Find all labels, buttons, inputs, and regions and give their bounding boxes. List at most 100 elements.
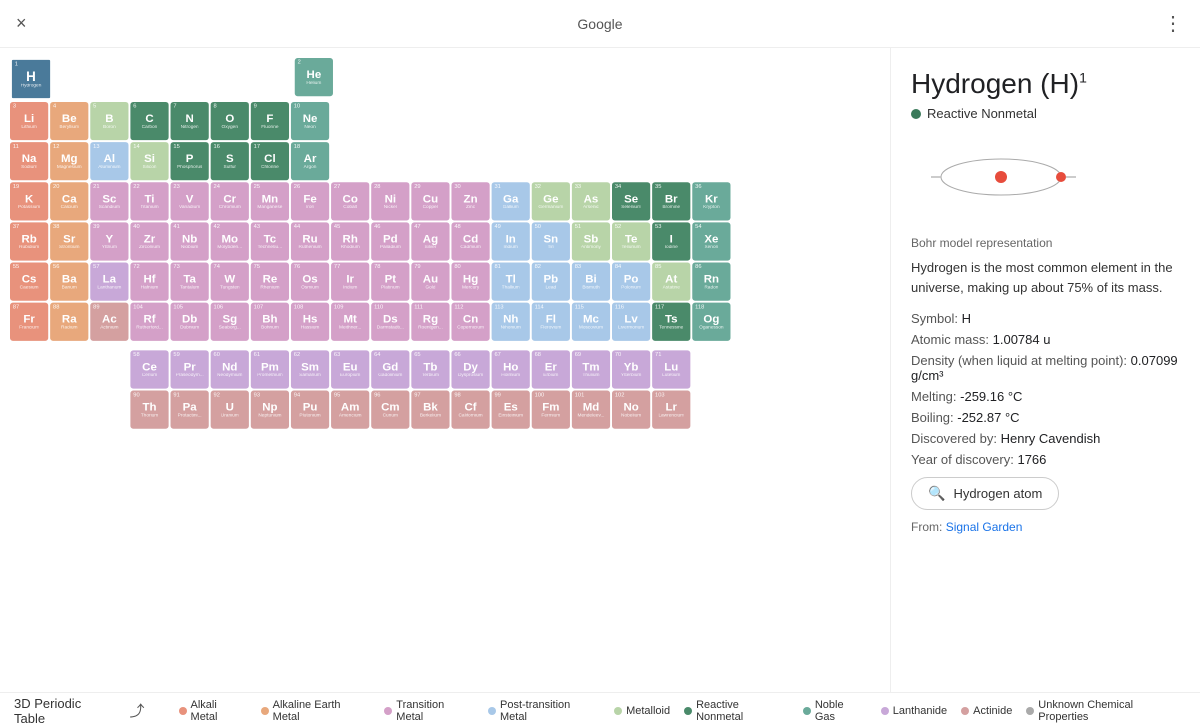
element-cell[interactable]: 2HeHelium	[295, 58, 333, 96]
element-cell[interactable]: 28NiNickel	[371, 182, 409, 220]
element-cell[interactable]: 112CnCopernicium	[451, 303, 489, 341]
element-cell[interactable]: 103LrLawrencium	[652, 391, 690, 429]
element-cell[interactable]: 91PaProtactini...	[171, 391, 209, 429]
element-cell[interactable]: 39YYttrium	[90, 222, 128, 260]
element-cell[interactable]: 56BaBarium	[50, 262, 88, 300]
element-cell[interactable]: 6CCarbon	[130, 102, 168, 140]
element-cell[interactable]: 54XeXenon	[692, 222, 730, 260]
element-cell[interactable]: 83BiBismuth	[572, 262, 610, 300]
element-cell[interactable]: 44RuRuthenium	[291, 222, 329, 260]
element-cell[interactable]: 32GeGermanium	[532, 182, 570, 220]
element-cell[interactable]: 101MdMendeleev...	[572, 391, 610, 429]
element-cell[interactable]: 107BhBohrium	[251, 303, 289, 341]
element-cell[interactable]: 55CsCaesium	[10, 262, 48, 300]
element-cell[interactable]: 88RaRadium	[50, 303, 88, 341]
element-cell[interactable]: 36KrKrypton	[692, 182, 730, 220]
element-cell[interactable]: 14SiSilicon	[130, 142, 168, 180]
element-cell[interactable]: 84PoPolonium	[612, 262, 650, 300]
element-cell[interactable]: 65TbTerbium	[411, 350, 449, 388]
element-cell[interactable]: 74WTungsten	[211, 262, 249, 300]
element-cell[interactable]: 77IrIridium	[331, 262, 369, 300]
element-cell[interactable]: 64GdGadolinium	[371, 350, 409, 388]
element-cell[interactable]: 48CdCadmium	[451, 222, 489, 260]
element-cell[interactable]: 21ScScandium	[90, 182, 128, 220]
element-cell[interactable]: 29CuCopper	[411, 182, 449, 220]
element-cell[interactable]: 73TaTantalum	[171, 262, 209, 300]
element-cell[interactable]: 105DbDubnium	[171, 303, 209, 341]
element-cell[interactable]: 58CeCerium	[130, 350, 168, 388]
source-link[interactable]: Signal Garden	[946, 520, 1023, 534]
element-cell[interactable]: 69TmThulium	[572, 350, 610, 388]
element-cell[interactable]: 99EsEinsteinium	[492, 391, 530, 429]
element-cell[interactable]: 8OOxygen	[211, 102, 249, 140]
element-cell[interactable]: 5BBoron	[90, 102, 128, 140]
element-cell[interactable]: 87FrFrancium	[10, 303, 48, 341]
element-cell[interactable]: 97BkBerkelium	[411, 391, 449, 429]
element-cell[interactable]: 108HsHassium	[291, 303, 329, 341]
element-cell[interactable]: 43TcTechnetiu...	[251, 222, 289, 260]
element-cell[interactable]: 34SeSelenium	[612, 182, 650, 220]
element-cell[interactable]: 41NbNiobium	[171, 222, 209, 260]
element-cell[interactable]: 9FFluorine	[251, 102, 289, 140]
element-cell[interactable]: 115McMoscovium	[572, 303, 610, 341]
element-cell[interactable]: 25MnManganese	[251, 182, 289, 220]
element-cell[interactable]: 104RfRutherford...	[130, 303, 168, 341]
element-cell[interactable]: 22TiTitanium	[130, 182, 168, 220]
element-cell[interactable]: 23VVanadium	[171, 182, 209, 220]
element-cell[interactable]: 3LiLithium	[10, 102, 48, 140]
more-button[interactable]: ⋮	[1163, 11, 1184, 36]
element-cell[interactable]: 62SmSamarium	[291, 350, 329, 388]
element-cell[interactable]: 45RhRhodium	[331, 222, 369, 260]
element-cell[interactable]: 86RnRadon	[692, 262, 730, 300]
element-cell[interactable]: 52TeTellurium	[612, 222, 650, 260]
element-cell[interactable]: 61PmPromethium	[251, 350, 289, 388]
element-cell[interactable]: 49InIndium	[492, 222, 530, 260]
share-icon[interactable]: ⤴	[130, 700, 145, 721]
element-cell[interactable]: 75ReRhenium	[251, 262, 289, 300]
element-cell[interactable]: 27CoCobalt	[331, 182, 369, 220]
element-cell[interactable]: 78PtPlatinum	[371, 262, 409, 300]
element-cell[interactable]: 110DsDarmstadti...	[371, 303, 409, 341]
element-cell[interactable]: 106SgSeaborg...	[211, 303, 249, 341]
element-cell[interactable]: 35BrBromine	[652, 182, 690, 220]
element-cell[interactable]: 102NoNobelium	[612, 391, 650, 429]
element-cell[interactable]: 19KPotassium	[10, 182, 48, 220]
element-cell[interactable]: 53IIodine	[652, 222, 690, 260]
element-cell[interactable]: 66DyDysprosium	[451, 350, 489, 388]
element-cell[interactable]: 7NNitrogen	[171, 102, 209, 140]
element-cell[interactable]: 67HoHolmium	[492, 350, 530, 388]
element-cell[interactable]: 111RgRoentgen...	[411, 303, 449, 341]
element-cell[interactable]: 33AsArsenic	[572, 182, 610, 220]
element-cell[interactable]: 90ThThorium	[130, 391, 168, 429]
element-cell[interactable]: 10NeNeon	[291, 102, 329, 140]
element-cell[interactable]: 46PdPalladium	[371, 222, 409, 260]
element-cell[interactable]: 16SSulfur	[211, 142, 249, 180]
element-cell[interactable]: 72HfHafnium	[130, 262, 168, 300]
element-cell[interactable]: 98CfCalifornium	[451, 391, 489, 429]
element-cell[interactable]: 95AmAmericium	[331, 391, 369, 429]
close-button[interactable]: ×	[16, 13, 27, 34]
element-cell[interactable]: 38SrStrontium	[50, 222, 88, 260]
element-cell[interactable]: 40ZrZirconium	[130, 222, 168, 260]
element-cell[interactable]: 94PuPlutonium	[291, 391, 329, 429]
element-cell[interactable]: 31GaGallium	[492, 182, 530, 220]
element-cell[interactable]: 37RbRubidium	[10, 222, 48, 260]
element-cell[interactable]: 18ArArgon	[291, 142, 329, 180]
element-cell[interactable]: 81TlThallium	[492, 262, 530, 300]
element-cell[interactable]: 51SbAntimony	[572, 222, 610, 260]
element-cell[interactable]: 42MoMolybden...	[211, 222, 249, 260]
element-cell[interactable]: 59PrPraseodym...	[171, 350, 209, 388]
element-cell[interactable]: 11NaSodium	[10, 142, 48, 180]
element-cell[interactable]: 92UUranium	[211, 391, 249, 429]
element-cell[interactable]: 70YbYtterbium	[612, 350, 650, 388]
element-cell[interactable]: 113NhNihonium	[492, 303, 530, 341]
element-cell[interactable]: 47AgSilver	[411, 222, 449, 260]
element-cell[interactable]: 26FeIron	[291, 182, 329, 220]
element-cell[interactable]: 12MgMagnesium	[50, 142, 88, 180]
element-cell[interactable]: 82PbLead	[532, 262, 570, 300]
element-cell[interactable]: 13AlAluminium	[90, 142, 128, 180]
element-cell[interactable]: 79AuGold	[411, 262, 449, 300]
element-cell[interactable]: 15PPhosphorus	[171, 142, 209, 180]
element-cell[interactable]: 118OgOganesson	[692, 303, 730, 341]
element-cell[interactable]: 17ClChlorine	[251, 142, 289, 180]
